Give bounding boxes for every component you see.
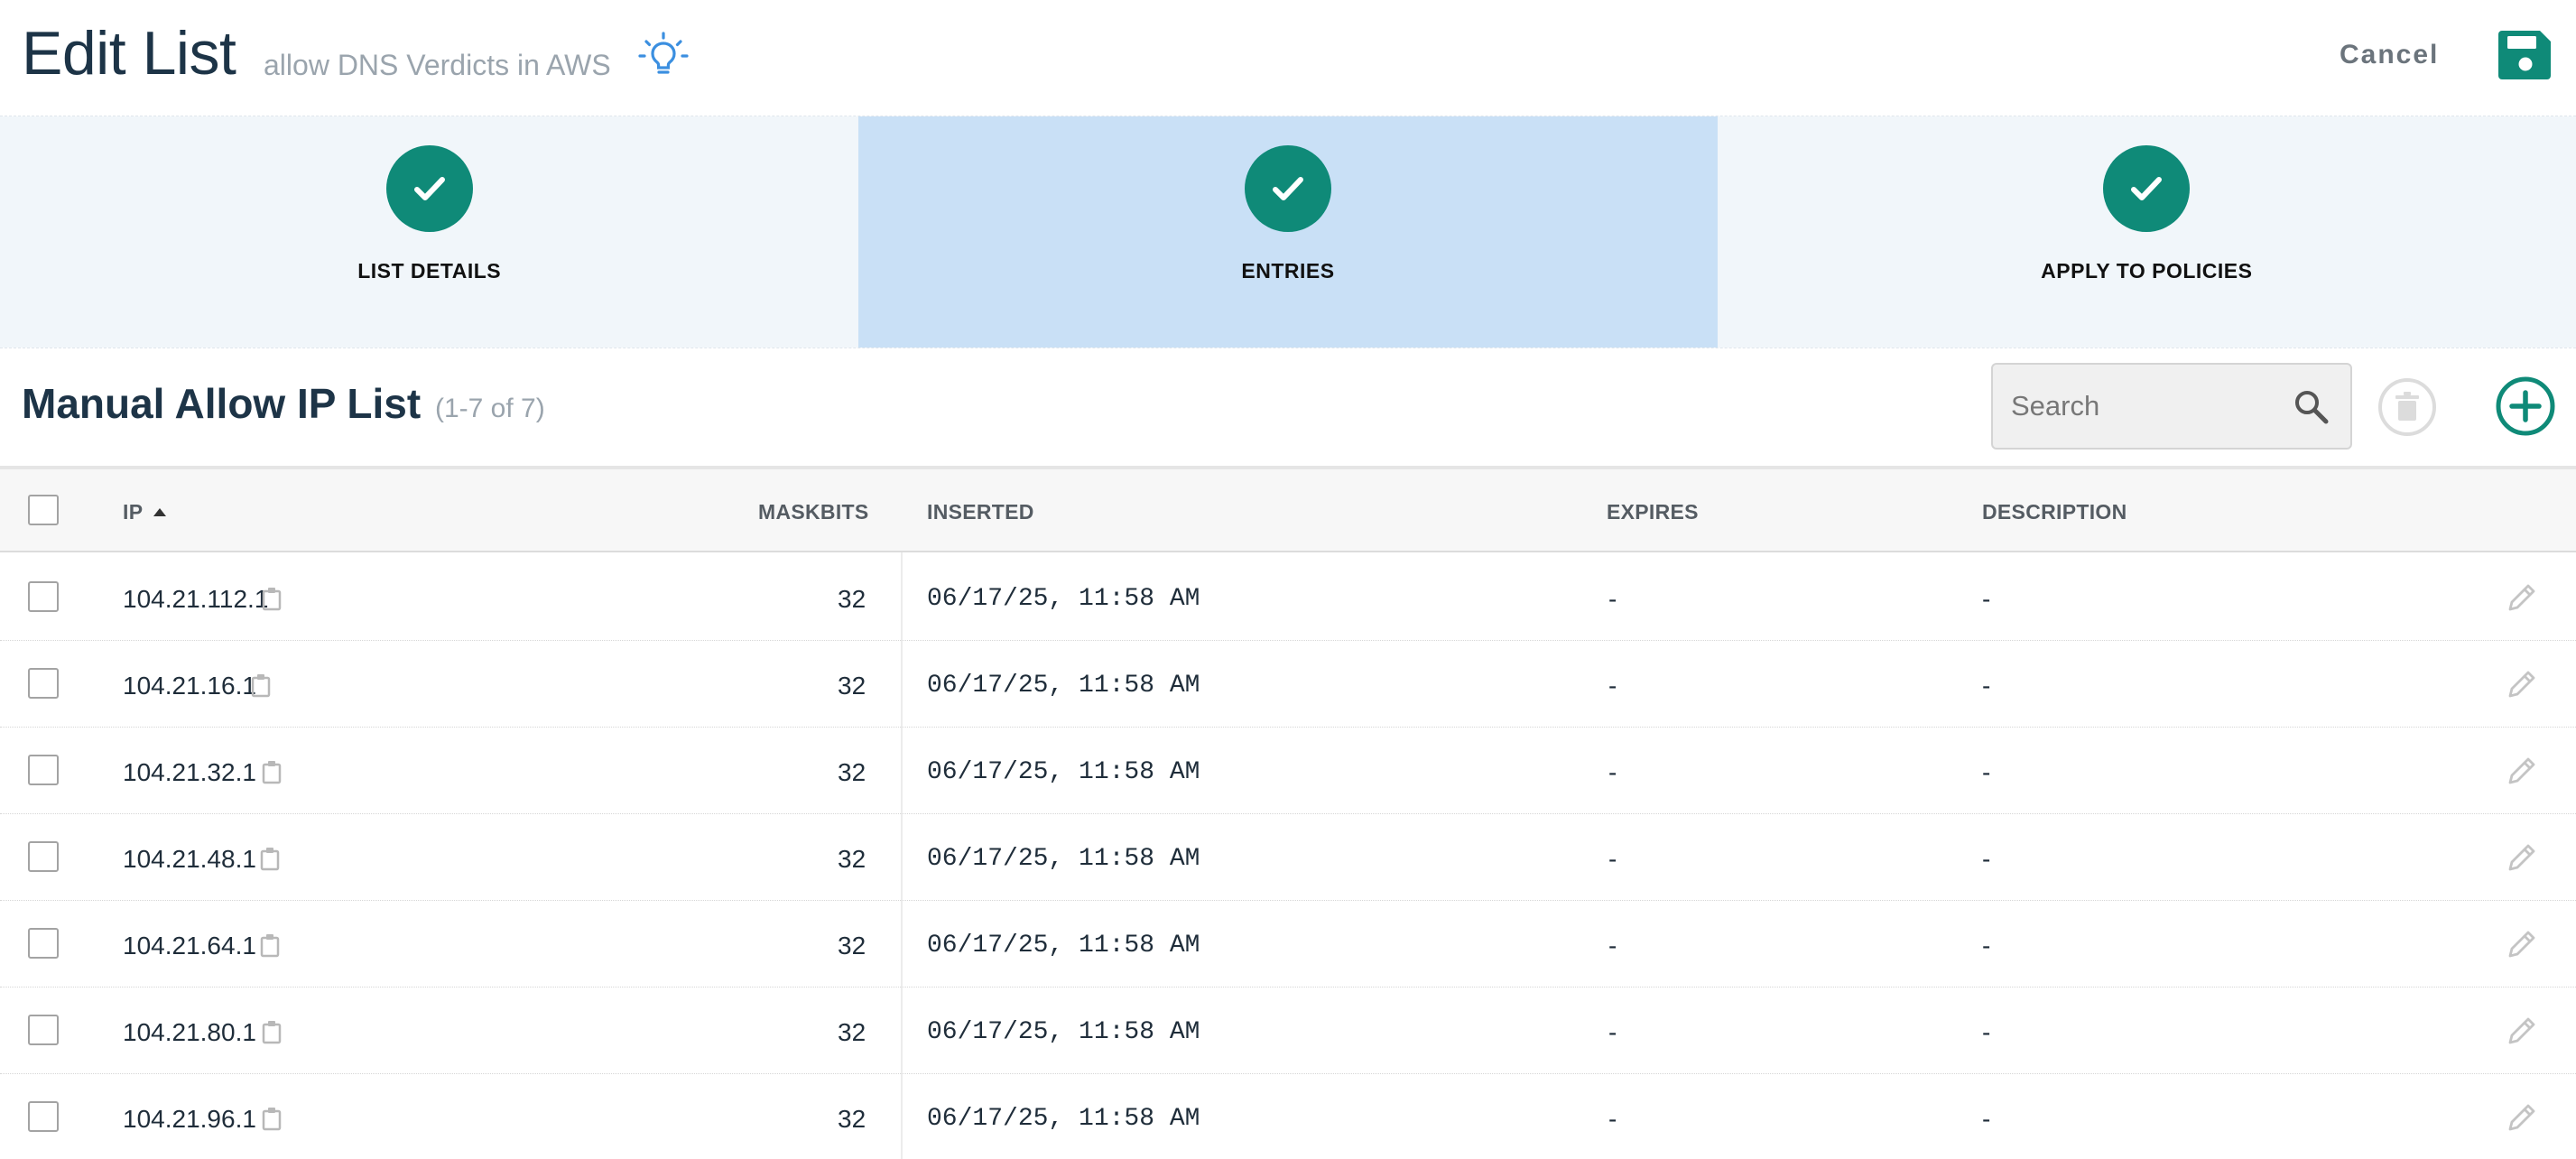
description-cell: - bbox=[1982, 932, 1991, 960]
column-header-description[interactable]: DESCRIPTION bbox=[1982, 500, 2127, 524]
expires-cell: - bbox=[1608, 1105, 1617, 1133]
ip-cell: 104.21.48.1 bbox=[123, 845, 256, 873]
clipboard-icon[interactable] bbox=[260, 585, 285, 612]
row-checkbox[interactable] bbox=[28, 755, 59, 785]
sort-ascending-icon bbox=[153, 508, 167, 516]
wizard-stepper: LIST DETAILS ENTRIES APPLY TO POLICIES bbox=[0, 116, 2576, 348]
clipboard-icon[interactable] bbox=[260, 1105, 285, 1132]
inserted-cell: 06/17/25, 11:58 AM bbox=[927, 758, 1200, 786]
row-checkbox[interactable] bbox=[28, 1015, 59, 1045]
ip-cell: 104.21.64.1 bbox=[123, 932, 256, 960]
list-title: Manual Allow IP List bbox=[22, 380, 422, 427]
clipboard-icon[interactable] bbox=[260, 1018, 285, 1045]
description-cell: - bbox=[1982, 672, 1991, 700]
clipboard-icon[interactable] bbox=[260, 758, 285, 785]
ip-cell: 104.21.96.1 bbox=[123, 1105, 256, 1133]
expires-cell: - bbox=[1608, 758, 1617, 786]
clipboard-icon[interactable] bbox=[258, 932, 283, 959]
maskbits-cell: 32 bbox=[838, 758, 866, 786]
pencil-icon[interactable] bbox=[2504, 580, 2540, 616]
ip-cell: 104.21.80.1 bbox=[123, 1018, 256, 1046]
maskbits-cell: 32 bbox=[838, 1105, 866, 1133]
description-cell: - bbox=[1982, 1018, 1991, 1046]
inserted-cell: 06/17/25, 11:58 AM bbox=[927, 1018, 1200, 1046]
table-row: 104.21.16.1 32 06/17/25, 11:58 AM - - bbox=[0, 641, 2576, 728]
description-cell: - bbox=[1982, 585, 1991, 613]
table-row: 104.21.32.1 32 06/17/25, 11:58 AM - - bbox=[0, 728, 2576, 814]
floppy-disk-icon bbox=[2498, 31, 2551, 79]
expires-cell: - bbox=[1608, 845, 1617, 873]
pencil-icon[interactable] bbox=[2504, 1013, 2540, 1049]
step-list-details[interactable]: LIST DETAILS bbox=[0, 116, 859, 348]
description-cell: - bbox=[1982, 1105, 1991, 1133]
row-checkbox[interactable] bbox=[28, 841, 59, 872]
add-entry-button[interactable] bbox=[2495, 376, 2556, 437]
pencil-icon[interactable] bbox=[2504, 839, 2540, 876]
expires-cell: - bbox=[1608, 1018, 1617, 1046]
step-label: APPLY TO POLICIES bbox=[2041, 259, 2253, 283]
column-header-ip[interactable]: IP bbox=[123, 500, 167, 524]
clipboard-icon[interactable] bbox=[249, 672, 274, 699]
step-apply-to-policies[interactable]: APPLY TO POLICIES bbox=[1717, 116, 2576, 348]
column-header-inserted[interactable]: INSERTED bbox=[927, 500, 1034, 524]
cancel-button[interactable]: Cancel bbox=[2340, 40, 2439, 70]
table-row: 104.21.112.1 32 06/17/25, 11:58 AM - - bbox=[0, 554, 2576, 641]
check-icon bbox=[1244, 145, 1331, 232]
save-button[interactable] bbox=[2497, 27, 2554, 83]
column-header-expires[interactable]: EXPIRES bbox=[1607, 500, 1699, 524]
row-checkbox[interactable] bbox=[28, 581, 59, 612]
maskbits-cell: 32 bbox=[838, 585, 866, 613]
expires-cell: - bbox=[1608, 932, 1617, 960]
delete-button[interactable] bbox=[2377, 377, 2437, 437]
expires-cell: - bbox=[1608, 585, 1617, 613]
search-icon[interactable] bbox=[2293, 388, 2330, 426]
table-row: 104.21.96.1 32 06/17/25, 11:58 AM - - bbox=[0, 1074, 2576, 1159]
description-cell: - bbox=[1982, 845, 1991, 873]
inserted-cell: 06/17/25, 11:58 AM bbox=[927, 932, 1200, 960]
pencil-icon[interactable] bbox=[2504, 753, 2540, 789]
description-cell: - bbox=[1982, 758, 1991, 786]
inserted-cell: 06/17/25, 11:58 AM bbox=[927, 845, 1200, 873]
inserted-cell: 06/17/25, 11:58 AM bbox=[927, 672, 1200, 700]
check-icon bbox=[2103, 145, 2191, 232]
pencil-icon[interactable] bbox=[2504, 666, 2540, 702]
ip-cell: 104.21.16.1 bbox=[123, 672, 256, 700]
search-box[interactable] bbox=[1991, 363, 2352, 450]
table-header: IP MASKBITS INSERTED EXPIRES DESCRIPTION bbox=[0, 466, 2576, 552]
maskbits-cell: 32 bbox=[838, 845, 866, 873]
row-checkbox[interactable] bbox=[28, 928, 59, 959]
maskbits-cell: 32 bbox=[838, 932, 866, 960]
trash-icon bbox=[2378, 378, 2436, 436]
list-name-subtitle: allow DNS Verdicts in AWS bbox=[264, 49, 611, 81]
row-checkbox[interactable] bbox=[28, 668, 59, 699]
step-label: LIST DETAILS bbox=[357, 259, 502, 283]
pencil-icon[interactable] bbox=[2504, 926, 2540, 962]
pencil-icon[interactable] bbox=[2504, 1099, 2540, 1136]
ip-cell: 104.21.32.1 bbox=[123, 758, 256, 786]
expires-cell: - bbox=[1608, 672, 1617, 700]
column-header-maskbits[interactable]: MASKBITS bbox=[758, 500, 869, 524]
maskbits-cell: 32 bbox=[838, 672, 866, 700]
step-entries[interactable]: ENTRIES bbox=[858, 116, 1718, 348]
list-count: (1-7 of 7) bbox=[435, 394, 545, 423]
check-icon bbox=[385, 145, 473, 232]
inserted-cell: 06/17/25, 11:58 AM bbox=[927, 1105, 1200, 1133]
plus-circle-icon bbox=[2496, 376, 2555, 436]
clipboard-icon[interactable] bbox=[258, 845, 283, 872]
search-input[interactable] bbox=[2011, 365, 2282, 448]
table-row: 104.21.80.1 32 06/17/25, 11:58 AM - - bbox=[0, 987, 2576, 1074]
page-title: Edit List bbox=[22, 19, 236, 88]
table-row: 104.21.48.1 32 06/17/25, 11:58 AM - - bbox=[0, 814, 2576, 901]
row-checkbox[interactable] bbox=[28, 1101, 59, 1132]
inserted-cell: 06/17/25, 11:58 AM bbox=[927, 585, 1200, 613]
table-row: 104.21.64.1 32 06/17/25, 11:58 AM - - bbox=[0, 901, 2576, 987]
lightbulb-icon[interactable] bbox=[637, 31, 690, 83]
select-all-checkbox[interactable] bbox=[28, 495, 59, 525]
maskbits-cell: 32 bbox=[838, 1018, 866, 1046]
page-header: Edit List allow DNS Verdicts in AWS Canc… bbox=[0, 0, 2576, 116]
step-label: ENTRIES bbox=[1241, 259, 1335, 283]
ip-cell: 104.21.112.1 bbox=[123, 585, 269, 613]
